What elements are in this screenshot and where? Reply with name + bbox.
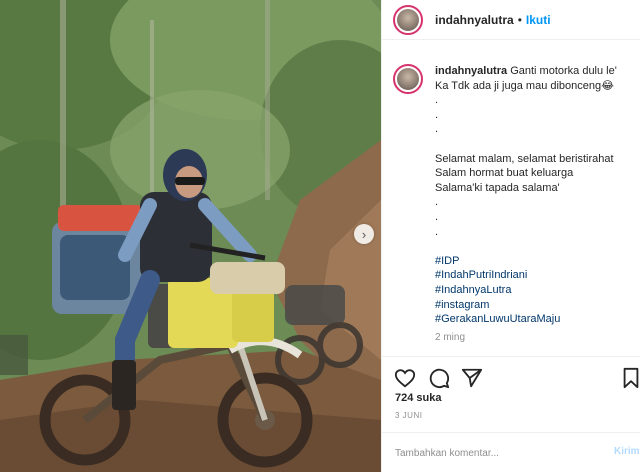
caption-username[interactable]: indahnyalutra [435,65,507,77]
chevron-right-icon: › [361,226,367,242]
caption: indahnyalutra Ganti motorka dulu le' Ka … [393,64,633,345]
hashtag-link[interactable]: #instagram [435,298,631,313]
caption-line: . [435,123,439,136]
caption-avatar[interactable] [393,64,423,94]
comment-bar: Kirim [382,432,640,472]
username-link[interactable]: indahnyalutra [435,13,514,27]
caption-line: . [435,196,439,209]
hashtag-link[interactable]: #IndahPutriIndriani [435,268,631,283]
hashtag-link[interactable]: #GerakanLuwuUtaraMaju [435,312,631,327]
caption-line: . [435,108,439,121]
caption-body: indahnyalutra Ganti motorka dulu le' Ka … [435,64,631,345]
next-photo-button[interactable]: › [354,224,374,244]
hashtag-link[interactable]: #IDP [435,254,631,269]
separator-dot: • [517,12,522,27]
caption-line [435,137,631,152]
photo-illustration [0,0,381,472]
heart-icon[interactable] [394,367,416,389]
caption-line [435,239,631,254]
caption-line: Salama'ki tapada salama' [435,181,560,194]
caption-line: . [435,225,439,238]
comment-input[interactable] [395,445,595,461]
follow-button[interactable]: Ikuti [526,13,551,27]
post-header: indahnyalutra • Ikuti [382,0,640,40]
comment-icon[interactable] [428,367,450,389]
like-count[interactable]: 724 suka [395,392,441,404]
caption-line: Salam hormat buat keluarga [435,167,574,180]
caption-line: . [435,210,439,223]
share-icon[interactable] [461,367,483,389]
avatar-image [397,8,419,31]
caption-line: Ka Tdk ada ji juga mau dibonceng😂 [435,79,614,92]
post-photo[interactable]: › [0,0,381,472]
avatar-image [397,68,419,90]
caption-time[interactable]: 2 ming [435,331,631,346]
post-comment-button[interactable]: Kirim [614,446,640,457]
hashtag-link[interactable]: #IndahnyaLutra [435,283,631,298]
caption-line-1: indahnyalutra Ganti motorka dulu le' [435,64,631,79]
caption-line: Selamat malam, selamat beristirahat [435,152,614,165]
post-date: 3 JUNI [395,411,423,420]
caption-text: Ganti motorka dulu le' [510,65,617,77]
post-sidebar: indahnyalutra • Ikuti indahnyalutra Gant… [381,0,640,472]
caption-line: . [435,94,439,107]
avatar[interactable] [393,4,423,35]
bookmark-icon[interactable] [620,367,640,389]
